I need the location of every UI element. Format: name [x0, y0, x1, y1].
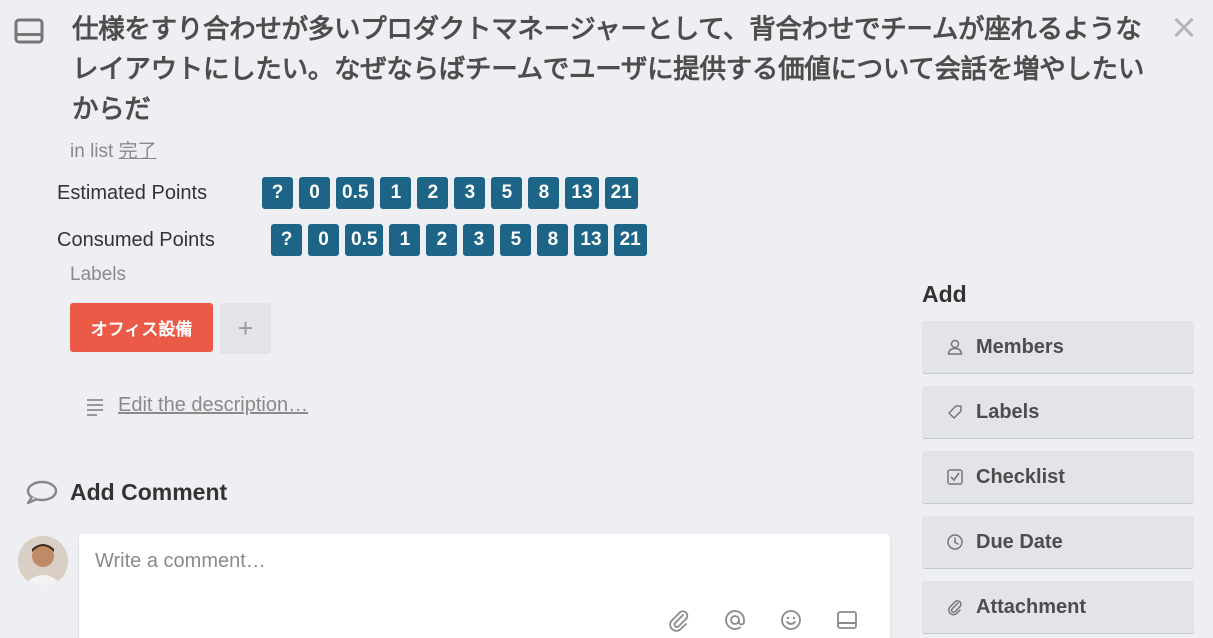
estimated-point-chip[interactable]: 21	[604, 177, 638, 209]
estimated-points-chips: ? 0 0.5 1 2 3 5 8 13 21	[262, 177, 638, 209]
estimated-point-chip[interactable]: 5	[491, 177, 523, 209]
person-icon	[947, 339, 963, 355]
consumed-point-chip[interactable]: 3	[463, 224, 495, 256]
labels-button[interactable]: Labels	[922, 386, 1194, 438]
labels-heading: Labels	[70, 264, 126, 285]
labels-button-label: Labels	[976, 400, 1040, 423]
list-name-link[interactable]: 完了	[119, 140, 157, 162]
checklist-button[interactable]: Checklist	[922, 451, 1194, 503]
estimated-point-chip[interactable]: 13	[565, 177, 599, 209]
consumed-point-chip[interactable]: ?	[271, 224, 302, 256]
consumed-points-chips: ? 0 0.5 1 2 3 5 8 13 21	[271, 224, 647, 256]
consumed-point-chip[interactable]: 1	[389, 224, 421, 256]
estimated-point-chip[interactable]: 0.5	[336, 177, 375, 209]
estimated-point-chip[interactable]: 8	[528, 177, 560, 209]
attachment-button-label: Attachment	[976, 595, 1087, 618]
tag-icon	[948, 405, 962, 419]
attachment-button[interactable]: Attachment	[922, 581, 1194, 633]
consumed-point-chip[interactable]: 13	[574, 224, 608, 256]
estimated-points-label: Estimated Points	[57, 181, 208, 204]
due-date-button-label: Due Date	[976, 530, 1063, 553]
comment-tools	[667, 608, 859, 632]
members-button-label: Members	[976, 335, 1064, 358]
edit-description-link[interactable]: Edit the description…	[118, 394, 308, 417]
comment-input[interactable]	[95, 550, 875, 590]
avatar	[18, 536, 68, 586]
consumed-point-chip[interactable]: 8	[537, 224, 569, 256]
card-title[interactable]: 仕様をすり合わせが多いプロダクトマネージャーとして、背合わせでチームが座れるよう…	[72, 10, 1157, 130]
sidebar-add-heading: Add	[922, 281, 967, 307]
paperclip-icon	[948, 600, 962, 616]
add-label-button[interactable]: +	[220, 303, 271, 354]
mention-icon[interactable]	[723, 608, 747, 632]
card-icon	[14, 18, 44, 44]
consumed-point-chip[interactable]: 0.5	[345, 224, 384, 256]
in-list-info: in list 完了	[70, 136, 157, 163]
label-chip-office[interactable]: オフィス設備	[70, 303, 213, 352]
estimated-point-chip[interactable]: ?	[262, 177, 293, 209]
close-button[interactable]: ×	[1168, 10, 1200, 44]
consumed-points-row: Consumed Points ? 0 0.5 1 2 3 5 8 13 21	[57, 224, 647, 256]
add-comment-heading: Add Comment	[24, 478, 227, 506]
consumed-point-chip[interactable]: 5	[500, 224, 532, 256]
checkbox-icon	[947, 469, 963, 485]
checklist-button-label: Checklist	[976, 465, 1065, 488]
consumed-point-chip[interactable]: 0	[308, 224, 339, 256]
description-icon	[87, 398, 103, 416]
estimated-point-chip[interactable]: 0	[299, 177, 330, 209]
clock-icon	[947, 534, 963, 550]
estimated-point-chip[interactable]: 2	[417, 177, 449, 209]
attachment-icon[interactable]	[667, 608, 691, 632]
estimated-points-row: Estimated Points ? 0 0.5 1 2 3 5 8 13 21	[57, 177, 638, 209]
comment-icon	[26, 480, 58, 505]
due-date-button[interactable]: Due Date	[922, 516, 1194, 568]
card-icon[interactable]	[835, 608, 859, 632]
edit-description[interactable]: Edit the description…	[86, 394, 308, 417]
emoji-icon[interactable]	[779, 608, 803, 632]
estimated-point-chip[interactable]: 1	[380, 177, 412, 209]
consumed-point-chip[interactable]: 2	[426, 224, 458, 256]
estimated-point-chip[interactable]: 3	[454, 177, 486, 209]
comment-box	[79, 534, 890, 638]
consumed-points-label: Consumed Points	[57, 228, 215, 251]
members-button[interactable]: Members	[922, 321, 1194, 373]
consumed-point-chip[interactable]: 21	[613, 224, 647, 256]
add-comment-title: Add Comment	[70, 478, 228, 505]
in-list-prefix: in list	[70, 141, 114, 162]
